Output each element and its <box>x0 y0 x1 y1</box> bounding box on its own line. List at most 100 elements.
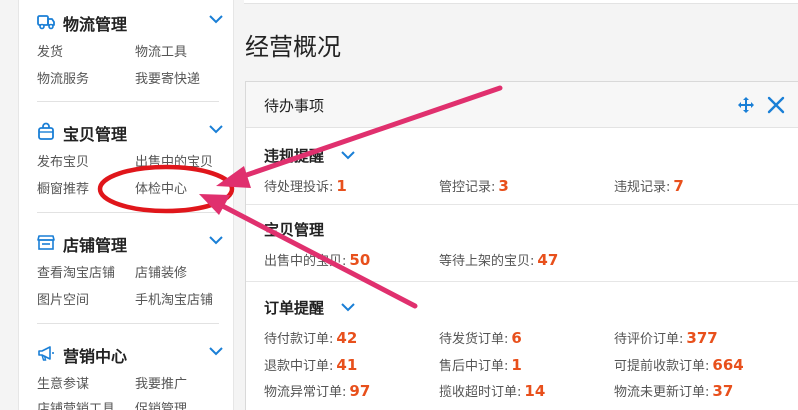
sidebar-section-items: 宝贝管理 发布宝贝 出售中的宝贝 橱窗推荐 体检中心 <box>19 120 235 210</box>
chevron-down-icon[interactable] <box>341 302 355 312</box>
sidebar-link-publish-item[interactable]: 发布宝贝 <box>37 151 89 170</box>
sidebar-link-store-decoration[interactable]: 店铺装修 <box>135 262 187 281</box>
megaphone-icon <box>38 346 54 361</box>
top-bar <box>244 0 798 4</box>
stat-label: 管控记录: <box>439 180 496 195</box>
sidebar-link-health-center[interactable]: 体检中心 <box>135 178 187 197</box>
stat-value: 3 <box>498 177 509 195</box>
sidebar-link-window-recommend[interactable]: 橱窗推荐 <box>37 178 89 197</box>
sidebar-link-send-express[interactable]: 我要寄快递 <box>135 68 200 87</box>
section-divider <box>37 323 219 324</box>
stat-item[interactable]: 出售中的宝贝: 50 <box>264 250 370 269</box>
group-divider <box>246 204 798 205</box>
stat-label: 物流异常订单: <box>264 385 347 400</box>
stat-label: 待付款订单: <box>264 332 334 347</box>
stat-value: 37 <box>712 382 734 400</box>
stat-item[interactable]: 物流未更新订单: 37 <box>614 381 733 400</box>
sidebar-section-title: 宝贝管理 <box>63 125 128 144</box>
stat-item[interactable]: 物流异常订单: 97 <box>264 381 370 400</box>
stat-label: 出售中的宝贝: <box>264 254 347 269</box>
stat-value: 6 <box>511 329 522 347</box>
sidebar-link-image-space[interactable]: 图片空间 <box>37 289 89 308</box>
stat-item[interactable]: 管控记录: 3 <box>439 176 509 195</box>
sidebar-section-title: 营销中心 <box>63 347 128 366</box>
sidebar-link-view-store[interactable]: 查看淘宝店铺 <box>37 262 115 281</box>
group-divider <box>246 281 798 282</box>
sidebar-link-business-advisor[interactable]: 生意参谋 <box>37 373 89 392</box>
stat-value: 50 <box>349 251 371 269</box>
truck-icon <box>37 15 55 30</box>
stat-item[interactable]: 售后中订单: 1 <box>439 355 522 374</box>
sidebar-section-title: 物流管理 <box>63 15 128 34</box>
sidebar-section-header[interactable]: 营销中心 <box>37 342 223 366</box>
card-title: 待办事项 <box>264 97 325 115</box>
stat-label: 退款中订单: <box>264 359 334 374</box>
store-icon <box>37 235 55 250</box>
sidebar-link-logistics-service[interactable]: 物流服务 <box>37 68 89 87</box>
stat-value: 1 <box>336 177 347 195</box>
section-divider <box>37 101 219 102</box>
section-divider <box>37 212 219 213</box>
sidebar: 物流管理 发货 物流工具 物流服务 我要寄快递 宝贝管理 发布宝贝 出售中的宝贝… <box>18 0 234 410</box>
chevron-down-icon[interactable] <box>209 124 223 134</box>
sidebar-link-promote[interactable]: 我要推广 <box>135 373 187 392</box>
stat-item[interactable]: 待发货订单: 6 <box>439 328 522 347</box>
sidebar-link-logistics-tools[interactable]: 物流工具 <box>135 41 187 60</box>
stat-value: 41 <box>336 356 358 374</box>
stat-item[interactable]: 待评价订单: 377 <box>614 328 718 347</box>
stat-value: 97 <box>349 382 371 400</box>
close-icon[interactable] <box>767 96 785 114</box>
app-root: 物流管理 发货 物流工具 物流服务 我要寄快递 宝贝管理 发布宝贝 出售中的宝贝… <box>0 0 798 410</box>
sidebar-link-items-on-sale[interactable]: 出售中的宝贝 <box>135 151 213 170</box>
stat-item[interactable]: 揽收超时订单: 14 <box>439 381 545 400</box>
stat-label: 待处理投诉: <box>264 180 334 195</box>
group-violations: 违规提醒 待处理投诉: 1 管控记录: 3 违规记录: 7 <box>246 145 798 205</box>
stat-value: 1 <box>511 356 522 374</box>
stat-label: 物流未更新订单: <box>614 385 710 400</box>
stat-label: 违规记录: <box>614 180 671 195</box>
stat-label: 揽收超时订单: <box>439 385 522 400</box>
sidebar-link-marketing-tools[interactable]: 店铺营销工具 <box>37 398 115 410</box>
stat-item[interactable]: 违规记录: 7 <box>614 176 684 195</box>
stat-value: 42 <box>336 329 358 347</box>
stat-label: 待评价订单: <box>614 332 684 347</box>
stat-value: 7 <box>673 177 684 195</box>
group-title: 宝贝管理 <box>264 221 325 239</box>
sidebar-section-store: 店铺管理 查看淘宝店铺 店铺装修 图片空间 手机淘宝店铺 <box>19 231 235 321</box>
bag-icon <box>38 122 54 140</box>
group-title: 违规提醒 <box>264 147 325 165</box>
sidebar-section-logistics: 物流管理 发货 物流工具 物流服务 我要寄快递 <box>19 10 235 100</box>
group-items: 宝贝管理 出售中的宝贝: 50 等待上架的宝贝: 47 <box>246 219 798 279</box>
page-title: 经营概况 <box>245 33 341 61</box>
sidebar-section-header[interactable]: 宝贝管理 <box>37 120 223 144</box>
stat-value: 664 <box>712 356 744 374</box>
chevron-down-icon[interactable] <box>341 150 355 160</box>
stat-value: 14 <box>524 382 546 400</box>
stat-item[interactable]: 可提前收款订单: 664 <box>614 355 744 374</box>
card-header: 待办事项 <box>246 82 798 128</box>
stat-item[interactable]: 等待上架的宝贝: 47 <box>439 250 558 269</box>
sidebar-section-title: 店铺管理 <box>63 236 128 255</box>
sidebar-section-header[interactable]: 店铺管理 <box>37 231 223 255</box>
sidebar-link-mobile-store[interactable]: 手机淘宝店铺 <box>135 289 213 308</box>
chevron-down-icon[interactable] <box>209 346 223 356</box>
stat-label: 待发货订单: <box>439 332 509 347</box>
stat-label: 可提前收款订单: <box>614 359 710 374</box>
group-orders: 订单提醒 待付款订单: 42 待发货订单: 6 待评价订单: 377 退款中订单: 41… <box>246 297 798 410</box>
move-icon[interactable] <box>737 96 755 114</box>
sidebar-section-marketing: 营销中心 生意参谋 我要推广 店铺营销工具 促销管理 <box>19 342 235 410</box>
todo-card: 待办事项 违规提醒 待处理投诉: 1 管控记录: 3 违规记录: 7 宝贝管理 出售中… <box>245 81 798 410</box>
stat-item[interactable]: 待付款订单: 42 <box>264 328 357 347</box>
stat-value: 47 <box>537 251 559 269</box>
stat-label: 等待上架的宝贝: <box>439 254 535 269</box>
sidebar-section-header[interactable]: 物流管理 <box>37 10 223 34</box>
sidebar-link-promotion-management[interactable]: 促销管理 <box>135 398 187 410</box>
stat-value: 377 <box>686 329 718 347</box>
chevron-down-icon[interactable] <box>209 14 223 24</box>
sidebar-link-ship[interactable]: 发货 <box>37 41 63 60</box>
group-title: 订单提醒 <box>264 299 325 317</box>
chevron-down-icon[interactable] <box>209 235 223 245</box>
stat-label: 售后中订单: <box>439 359 509 374</box>
stat-item[interactable]: 待处理投诉: 1 <box>264 176 347 195</box>
stat-item[interactable]: 退款中订单: 41 <box>264 355 357 374</box>
